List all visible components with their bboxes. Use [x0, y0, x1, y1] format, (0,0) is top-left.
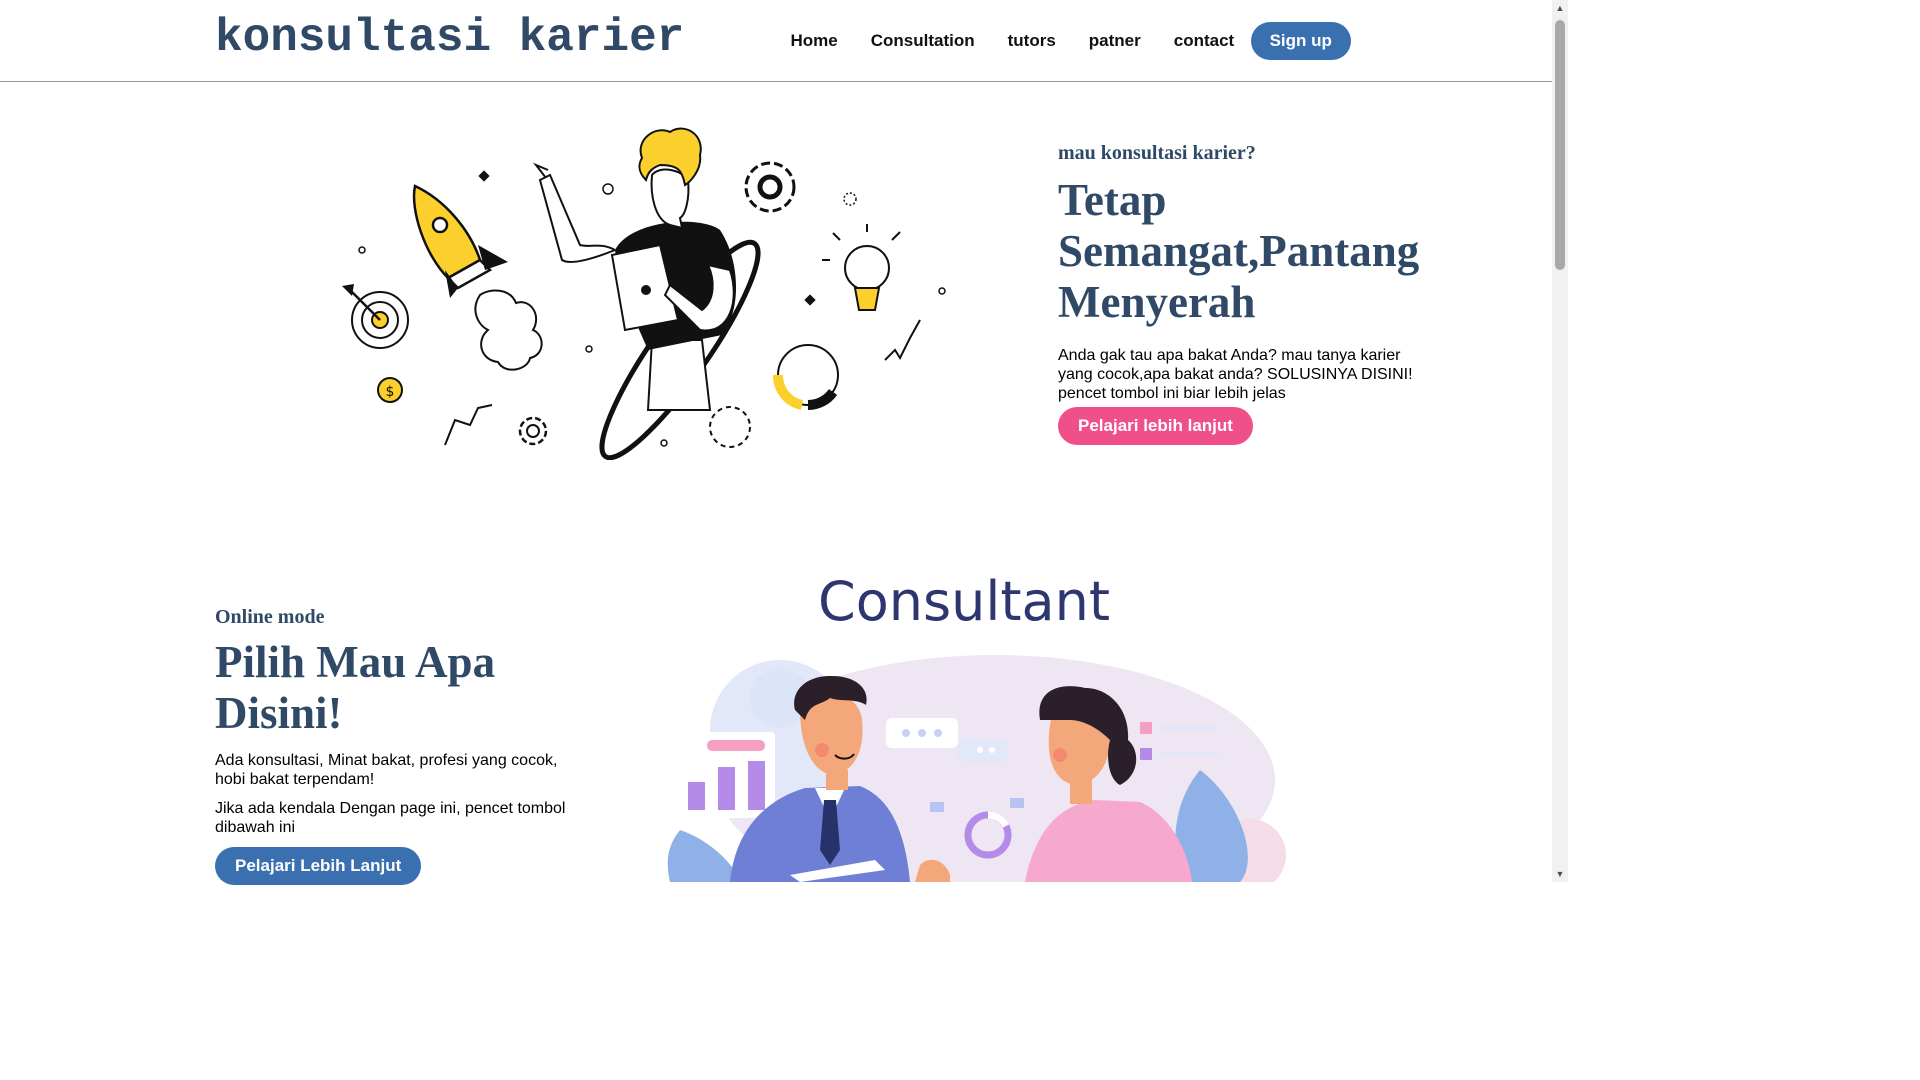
hero-description: Anda gak tau apa bakat Anda? mau tanya k… [1058, 347, 1413, 402]
online-mode-section: Online mode Pilih Mau Apa Disini! Ada ko… [215, 606, 595, 885]
learn-more-button[interactable]: Pelajari lebih lanjut [1058, 407, 1253, 445]
leaf-left [667, 830, 740, 882]
lightbulb-icon [822, 224, 901, 311]
section-paragraph-2: Jika ada kendala Dengan page ini, pencet… [215, 800, 566, 836]
page-scrollbar[interactable]: ▲ ▼ [1552, 0, 1568, 882]
section-eyebrow: Online mode [215, 606, 325, 628]
nav-tutors[interactable]: tutors [991, 22, 1072, 60]
learn-more-blue-button[interactable]: Pelajari Lebih Lanjut [215, 847, 422, 885]
gear-icon [744, 161, 796, 213]
nav-consultation[interactable]: Consultation [854, 22, 991, 60]
consultant-heading: Consultant [818, 570, 1110, 633]
section-title: Pilih Mau Apa Disini! [215, 637, 496, 738]
rocket-icon [412, 184, 543, 371]
nav-contact[interactable]: contact [1157, 22, 1250, 60]
svg-text:$: $ [386, 384, 395, 400]
hero-content: mau konsultasi karier? Tetap Semangat,Pa… [1058, 142, 1438, 445]
site-logo[interactable]: konsultasi karier [215, 12, 684, 64]
trend-line-icon [444, 404, 493, 446]
target-icon [342, 284, 409, 349]
signup-button[interactable]: Sign up [1250, 22, 1351, 60]
nav-home[interactable]: Home [774, 22, 854, 60]
scroll-up-arrow-icon[interactable]: ▲ [1552, 0, 1568, 16]
dotted-circle [709, 406, 751, 448]
hero-illustration: $ [342, 127, 946, 460]
bar-chart-card [675, 732, 775, 818]
scroll-down-arrow-icon[interactable]: ▼ [1552, 866, 1568, 882]
section-paragraph-1: Ada konsultasi, Minat bakat, profesi yan… [215, 752, 558, 788]
zigzag-icon [884, 319, 921, 361]
hero-title: Tetap Semangat,Pantang Menyerah [1058, 175, 1420, 327]
small-gear-icon [518, 416, 548, 446]
site-header: konsultasi karier Home Consultation tuto… [0, 0, 1552, 82]
dollar-coin-icon: $ [377, 377, 403, 403]
hero-eyebrow: mau konsultasi karier? [1058, 142, 1256, 164]
nav-patner[interactable]: patner [1072, 22, 1157, 60]
main-nav: Home Consultation tutors patner contact … [774, 22, 1351, 60]
scroll-thumb[interactable] [1555, 20, 1565, 270]
donut-chart-icon [773, 344, 839, 411]
